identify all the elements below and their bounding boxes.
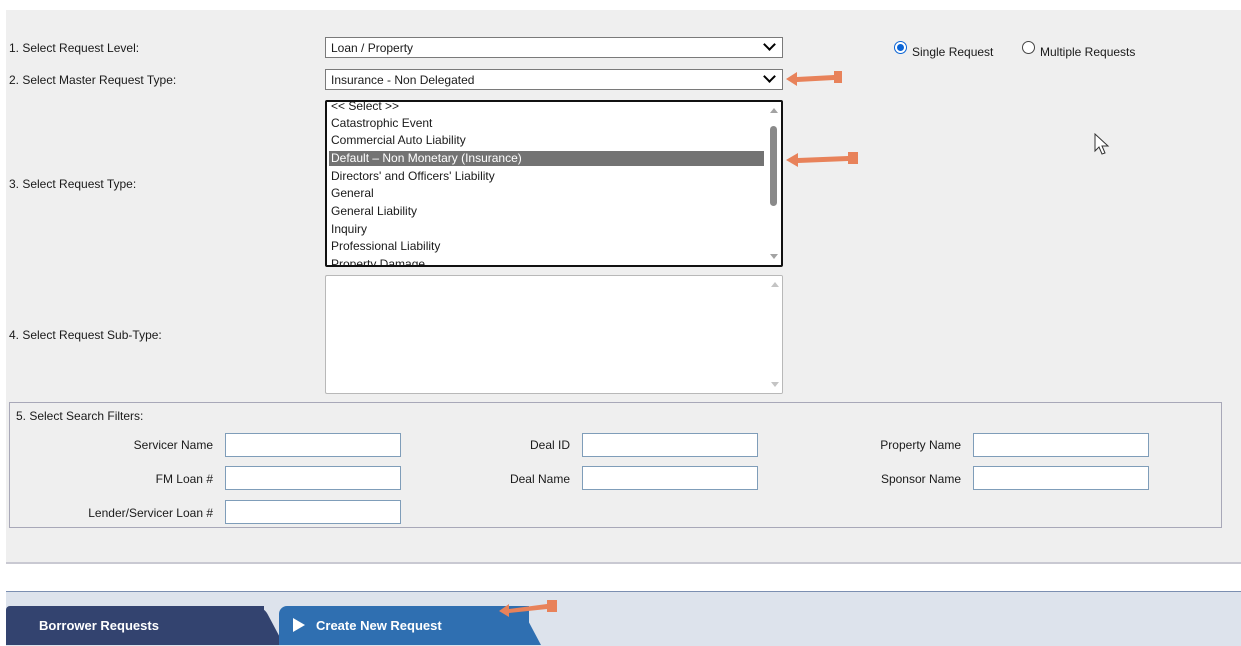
request-type-label: 3. Select Request Type: [9,177,137,191]
scroll-up-icon[interactable] [770,108,778,113]
request-type-option-selected[interactable]: Default – Non Monetary (Insurance) [329,151,764,166]
section-divider [6,562,1241,564]
scroll-down-icon[interactable] [770,254,778,259]
sponsor-name-label: Sponsor Name [880,472,961,486]
request-subtype-listbox[interactable] [325,275,783,394]
servicer-name-label: Servicer Name [133,438,213,452]
arrow-left-icon [786,152,858,167]
lender-loan-label: Lender/Servicer Loan # [88,506,213,520]
lender-loan-input[interactable] [225,500,401,524]
request-type-option[interactable]: General Liability [329,204,764,219]
master-request-type-select[interactable]: Insurance - Non Delegated [325,69,783,90]
play-icon [293,618,305,632]
search-filters-legend: 5. Select Search Filters: [16,409,144,423]
tab-borrower-requests[interactable]: Borrower Requests [6,606,264,645]
request-type-option[interactable]: Inquiry [329,222,764,237]
chevron-down-icon [763,38,776,51]
request-type-option[interactable]: Catastrophic Event [329,116,764,131]
master-request-type-value: Insurance - Non Delegated [331,73,475,87]
request-type-option[interactable]: Property Damage [329,257,764,265]
sponsor-name-input[interactable] [973,466,1149,490]
request-type-option[interactable]: Professional Liability [329,239,764,254]
scroll-down-icon[interactable] [771,382,779,387]
request-type-option[interactable]: Directors' and Officers' Liability [329,169,764,184]
property-name-label: Property Name [880,438,961,452]
request-type-scrollbar[interactable] [766,102,781,265]
mouse-pointer-icon [1094,133,1110,155]
scroll-thumb[interactable] [770,126,777,206]
request-type-option[interactable]: General [329,186,764,201]
property-name-input[interactable] [973,433,1149,457]
request-level-label: 1. Select Request Level: [9,41,140,55]
request-subtype-scrollbar[interactable] [767,276,782,393]
arrow-left-icon [499,600,557,617]
servicer-name-input[interactable] [225,433,401,457]
deal-id-label: Deal ID [529,438,570,452]
chevron-down-icon [763,70,776,83]
multiple-requests-label: Multiple Requests [1040,45,1136,59]
single-request-label: Single Request [912,45,994,59]
deal-name-input[interactable] [582,466,758,490]
arrow-left-icon [786,71,842,86]
fm-loan-label: FM Loan # [155,472,213,486]
deal-name-label: Deal Name [509,472,570,486]
request-type-option[interactable]: Commercial Auto Liability [329,133,764,148]
master-request-type-label: 2. Select Master Request Type: [9,73,177,87]
single-request-radio[interactable] [894,41,907,54]
scroll-up-icon[interactable] [771,282,779,287]
request-level-value: Loan / Property [331,41,414,55]
tab-borrower-requests-label: Borrower Requests [39,618,159,633]
request-subtype-label: 4. Select Request Sub-Type: [9,328,162,342]
request-level-select[interactable]: Loan / Property [325,37,783,58]
fm-loan-input[interactable] [225,466,401,490]
request-type-option[interactable]: << Select >> [329,102,764,114]
tab-create-new-request[interactable]: Create New Request [279,606,529,645]
tab-create-new-request-label: Create New Request [316,618,442,633]
request-type-listbox[interactable]: << Select >> Catastrophic Event Commerci… [325,100,783,267]
deal-id-input[interactable] [582,433,758,457]
multiple-requests-radio[interactable] [1022,41,1035,54]
